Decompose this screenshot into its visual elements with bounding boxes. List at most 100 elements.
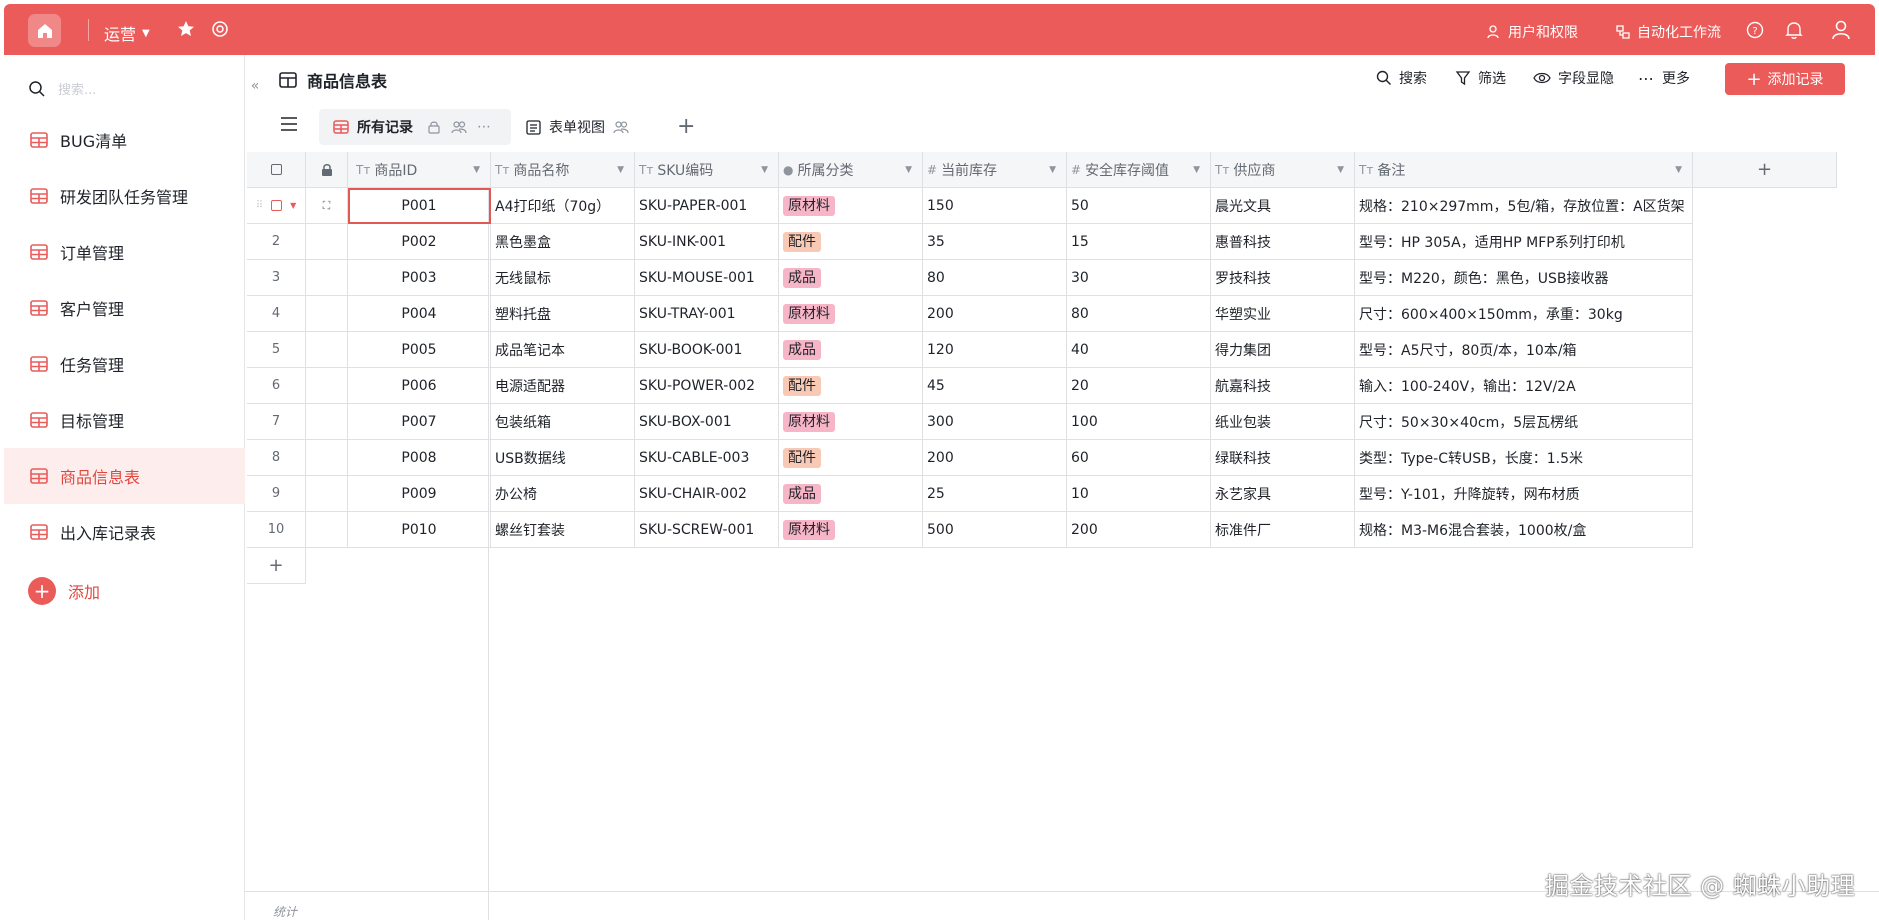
product-name-cell[interactable]: USB数据线 — [491, 440, 635, 476]
row-number-cell[interactable]: 3 — [247, 260, 306, 296]
sku-cell[interactable]: SKU-TRAY-001 — [635, 296, 779, 332]
supplier-cell[interactable]: 晨光文具 — [1211, 188, 1355, 224]
caret-down-icon[interactable]: ▼ — [290, 201, 296, 210]
table-row[interactable]: 5 P005 成品笔记本 SKU-BOOK-001 成品 120 40 得力集团 型号：A5尺寸… — [247, 332, 1693, 368]
safety-stock-cell[interactable]: 30 — [1067, 260, 1211, 296]
tab-more-icon[interactable]: ⋯ — [477, 119, 491, 135]
category-cell[interactable]: 成品 — [779, 476, 923, 512]
table-row[interactable]: 3 P003 无线鼠标 SKU-MOUSE-001 成品 80 30 罗技科技 型号：M220，… — [247, 260, 1693, 296]
expand-cell[interactable] — [306, 296, 348, 332]
supplier-cell[interactable]: 永艺家具 — [1211, 476, 1355, 512]
supplier-cell[interactable]: 得力集团 — [1211, 332, 1355, 368]
stock-cell[interactable]: 35 — [923, 224, 1067, 260]
expand-cell[interactable] — [306, 260, 348, 296]
star-icon[interactable] — [176, 19, 196, 39]
bell-icon[interactable] — [1785, 20, 1803, 40]
product-name-cell[interactable]: 无线鼠标 — [491, 260, 635, 296]
help-icon[interactable]: ? — [1746, 21, 1764, 39]
sidebar-item-bug-list[interactable]: BUG清单 — [4, 112, 245, 168]
row-number-cell[interactable]: ⠿ ▼ — [247, 188, 306, 224]
table-row[interactable]: ⠿ ▼ ⛶ P001 A4打印纸（70g） SKU-PAPER-001 原材料 150 50 晨光… — [247, 188, 1693, 224]
sku-cell[interactable]: SKU-CABLE-003 — [635, 440, 779, 476]
caret-down-icon[interactable]: ▼ — [1337, 165, 1344, 175]
product-id-cell[interactable]: P003 — [348, 260, 491, 296]
safety-stock-cell[interactable]: 50 — [1067, 188, 1211, 224]
row-number-cell[interactable]: 5 — [247, 332, 306, 368]
field-visibility-button[interactable]: 字段显隐 — [1533, 68, 1614, 88]
sidebar-item-customers[interactable]: 客户管理 — [4, 280, 245, 336]
category-cell[interactable]: 原材料 — [779, 512, 923, 548]
stock-cell[interactable]: 120 — [923, 332, 1067, 368]
product-name-cell[interactable]: 黑色墨盒 — [491, 224, 635, 260]
tab-form-view[interactable]: 表单视图 — [526, 117, 629, 137]
sku-cell[interactable]: SKU-POWER-002 — [635, 368, 779, 404]
sidebar-item-goals[interactable]: 目标管理 — [4, 392, 245, 448]
expand-cell[interactable]: ⛶ — [306, 188, 348, 224]
stock-cell[interactable]: 500 — [923, 512, 1067, 548]
stock-cell[interactable]: 300 — [923, 404, 1067, 440]
row-number-cell[interactable]: 8 — [247, 440, 306, 476]
product-id-cell[interactable]: P010 — [348, 512, 491, 548]
column-header-product-name[interactable]: Tт 商品名称 ▼ — [491, 152, 635, 188]
caret-down-icon[interactable]: ▼ — [473, 165, 480, 175]
more-button[interactable]: ⋯ 更多 — [1638, 68, 1690, 88]
product-name-cell[interactable]: 螺丝钉套装 — [491, 512, 635, 548]
search-button[interactable]: 搜索 — [1376, 68, 1427, 88]
sidebar-item-products[interactable]: 商品信息表 — [4, 448, 245, 504]
target-icon[interactable] — [211, 20, 229, 38]
table-row[interactable]: 4 P004 塑料托盘 SKU-TRAY-001 原材料 200 80 华塑实业 尺寸：600×… — [247, 296, 1693, 332]
column-header-supplier[interactable]: Tт 供应商 ▼ — [1211, 152, 1355, 188]
expand-cell[interactable] — [306, 476, 348, 512]
home-button[interactable] — [28, 14, 61, 47]
sidebar-add-button[interactable]: + 添加 — [28, 577, 100, 605]
add-column-button[interactable]: + — [1693, 152, 1837, 188]
expand-cell[interactable] — [306, 440, 348, 476]
product-id-cell[interactable]: P006 — [348, 368, 491, 404]
expand-cell[interactable] — [306, 332, 348, 368]
row-number-cell[interactable]: 9 — [247, 476, 306, 512]
table-row[interactable]: 2 P002 黑色墨盒 SKU-INK-001 配件 35 15 惠普科技 型号：HP 305A… — [247, 224, 1693, 260]
category-cell[interactable]: 成品 — [779, 332, 923, 368]
add-view-button[interactable]: + — [677, 114, 695, 139]
product-id-cell[interactable]: P005 — [348, 332, 491, 368]
supplier-cell[interactable]: 惠普科技 — [1211, 224, 1355, 260]
safety-stock-cell[interactable]: 100 — [1067, 404, 1211, 440]
expand-icon[interactable]: ⛶ — [323, 199, 331, 213]
safety-stock-cell[interactable]: 80 — [1067, 296, 1211, 332]
add-record-button[interactable]: + 添加记录 — [1725, 63, 1845, 95]
category-cell[interactable]: 成品 — [779, 260, 923, 296]
user-profile-icon[interactable] — [1830, 19, 1852, 41]
supplier-cell[interactable]: 绿联科技 — [1211, 440, 1355, 476]
category-cell[interactable]: 配件 — [779, 224, 923, 260]
column-header-stock[interactable]: # 当前库存 ▼ — [923, 152, 1067, 188]
sidebar-search[interactable]: 搜索... — [28, 79, 96, 98]
product-name-cell[interactable]: 塑料托盘 — [491, 296, 635, 332]
add-row-button[interactable]: + — [247, 548, 306, 584]
product-name-cell[interactable]: 包装纸箱 — [491, 404, 635, 440]
tab-all-records[interactable]: 所有记录 ⋯ — [319, 109, 511, 145]
sku-cell[interactable]: SKU-PAPER-001 — [635, 188, 779, 224]
safety-stock-cell[interactable]: 20 — [1067, 368, 1211, 404]
sku-cell[interactable]: SKU-BOX-001 — [635, 404, 779, 440]
note-cell[interactable]: 规格：210×297mm，5包/箱，存放位置：A区货架 — [1355, 188, 1693, 224]
stock-cell[interactable]: 80 — [923, 260, 1067, 296]
caret-down-icon[interactable]: ▼ — [617, 165, 624, 175]
supplier-cell[interactable]: 航嘉科技 — [1211, 368, 1355, 404]
category-cell[interactable]: 配件 — [779, 440, 923, 476]
expand-cell[interactable] — [306, 224, 348, 260]
product-id-cell[interactable]: P001 — [348, 188, 491, 224]
column-header-category[interactable]: ● 所属分类 ▼ — [779, 152, 923, 188]
checkbox-icon[interactable] — [271, 200, 283, 211]
note-cell[interactable]: 型号：Y-101，升降旋转，网布材质 — [1355, 476, 1693, 512]
note-cell[interactable]: 输入：100-240V，输出：12V/2A — [1355, 368, 1693, 404]
product-id-cell[interactable]: P009 — [348, 476, 491, 512]
product-name-cell[interactable]: 办公椅 — [491, 476, 635, 512]
product-name-cell[interactable]: 电源适配器 — [491, 368, 635, 404]
safety-stock-cell[interactable]: 10 — [1067, 476, 1211, 512]
supplier-cell[interactable]: 标准件厂 — [1211, 512, 1355, 548]
expand-cell[interactable] — [306, 404, 348, 440]
collapse-sidebar-icon[interactable]: « — [244, 75, 266, 97]
product-id-cell[interactable]: P004 — [348, 296, 491, 332]
note-cell[interactable]: 尺寸：600×400×150mm，承重：30kg — [1355, 296, 1693, 332]
note-cell[interactable]: 类型：Type-C转USB，长度：1.5米 — [1355, 440, 1693, 476]
